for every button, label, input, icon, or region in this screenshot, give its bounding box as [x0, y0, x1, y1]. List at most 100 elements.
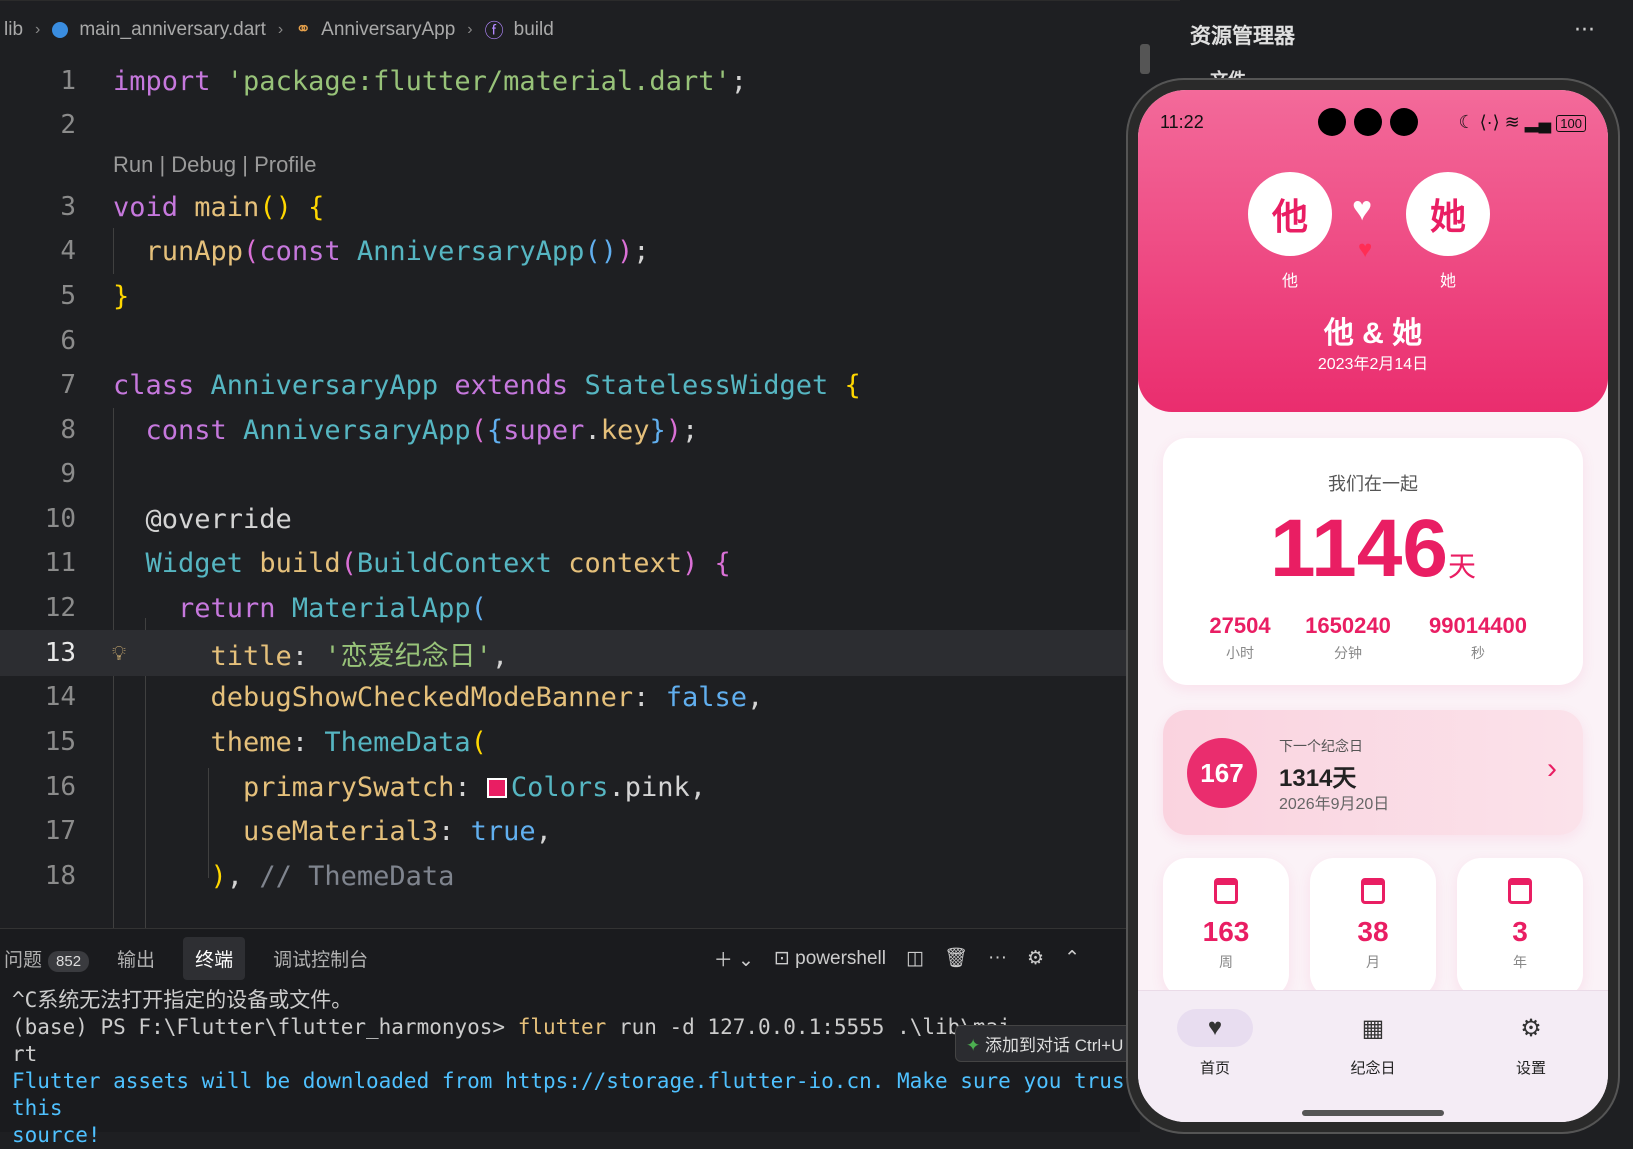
hero-header: 11:22 ☾ ⟨·⟩ ≋ ▂▄ 100 他 他 ♥ ♥ 她 她 他 & 她 2…: [1138, 90, 1608, 412]
code-token: .pink,: [608, 771, 706, 803]
nav-home[interactable]: ♥ 首页: [1170, 1009, 1260, 1078]
code-token: (: [470, 414, 487, 446]
code-token: ): [616, 235, 634, 267]
more-icon[interactable]: ···: [988, 947, 1007, 969]
code-line-9[interactable]: 9: [0, 451, 1140, 497]
code-token: :: [633, 681, 666, 713]
gear-icon: ⚙: [1520, 1014, 1542, 1042]
code-token: runApp: [113, 235, 244, 267]
battery-icon: 100: [1556, 115, 1586, 132]
together-card: 我们在一起 1146天 27504 小时 1650240 分钟 99014400 秒: [1163, 438, 1583, 685]
avatar-he[interactable]: 他: [1248, 172, 1332, 256]
problems-count-badge: 852: [48, 950, 90, 972]
code-token: context: [568, 547, 682, 579]
stat-months-card: 38 月: [1310, 858, 1436, 998]
code-token: @override: [113, 503, 292, 535]
more-icon[interactable]: ···: [1574, 18, 1595, 43]
stat-minutes: 1650240 分钟: [1305, 613, 1391, 661]
add-to-chat-chip[interactable]: ✦ 添加到对话 Ctrl+U: [955, 1025, 1135, 1062]
code-line-15[interactable]: 15 theme: ThemeData(: [0, 719, 1140, 765]
terminal-line: source!: [12, 1123, 101, 1147]
chevron-up-icon[interactable]: ⌃: [1064, 947, 1080, 970]
avatar-she-label: 她: [1439, 273, 1456, 290]
code-token: class: [113, 369, 211, 401]
calendar-icon: ▦: [1361, 1014, 1385, 1042]
code-token: {: [844, 369, 861, 401]
code-token: {: [486, 414, 504, 446]
code-line-4[interactable]: 4 runApp(const AnniversaryApp());: [0, 228, 1140, 274]
code-token: ): [665, 414, 683, 446]
chevron-right-icon[interactable]: ›: [1547, 752, 1557, 786]
code-line-1[interactable]: 1 import 'package:flutter/material.dart';: [0, 58, 1140, 104]
home-indicator[interactable]: [1302, 1110, 1444, 1116]
code-token: const: [259, 235, 357, 267]
codelens-run-debug-profile[interactable]: Run | Debug | Profile: [113, 152, 316, 178]
stat-years-card: 3年: [1457, 858, 1583, 998]
tab-debug-console[interactable]: 调试控制台: [273, 945, 368, 972]
code-token: ThemeData: [324, 726, 471, 758]
terminal-output[interactable]: ^C系统无法打开指定的设备或文件。 (base) PS F:\Flutter\f…: [0, 987, 1140, 1149]
editor-scrollbar[interactable]: [1140, 44, 1150, 74]
code-token: MaterialApp: [291, 592, 471, 624]
code-token: (: [340, 547, 357, 579]
code-line-6[interactable]: 6: [0, 318, 1140, 364]
tab-problems[interactable]: 问题 852: [4, 945, 90, 972]
code-token: ;: [633, 235, 650, 267]
code-line-3[interactable]: 3 void main() {: [0, 184, 1140, 230]
add-terminal-icon[interactable]: ＋ ⌄: [714, 945, 754, 972]
code-token: ,: [226, 860, 260, 892]
terminal-shell-selector[interactable]: ⊡ powershell: [774, 947, 886, 970]
tab-output[interactable]: 输出: [117, 945, 155, 972]
breadcrumb-class[interactable]: AnniversaryApp: [321, 19, 455, 41]
code-line-13-current[interactable]: 13 💡︎ title: '恋爱纪念日',: [0, 630, 1140, 676]
code-line-7[interactable]: 7 class AnniversaryApp extends StatelessW…: [0, 362, 1140, 408]
code-token: Widget: [113, 547, 260, 579]
code-token: ;: [682, 414, 699, 446]
code-token: key: [600, 414, 650, 446]
code-token: useMaterial3: [113, 815, 439, 847]
heart-emoji-icon: ♥: [1358, 236, 1373, 263]
color-swatch-icon: [486, 778, 507, 798]
code-line-16[interactable]: 16 primarySwatch: Colors.pink,: [0, 764, 1140, 810]
code-token: AnniversaryApp: [243, 414, 471, 446]
terminal-line: Flutter assets will be downloaded from h…: [12, 1069, 1138, 1120]
code-line-10[interactable]: 10 @override: [0, 496, 1140, 542]
code-line-18[interactable]: 18 ), // ThemeData: [0, 853, 1140, 899]
code-line-17[interactable]: 17 useMaterial3: true,: [0, 808, 1140, 854]
split-terminal-icon[interactable]: ◫: [906, 947, 924, 970]
breadcrumb-lib[interactable]: lib: [4, 19, 23, 41]
code-token: false: [665, 681, 747, 713]
code-token: void: [113, 191, 195, 223]
couple-title: 他 & 她: [1323, 317, 1423, 350]
breadcrumb-method[interactable]: build: [514, 19, 554, 41]
nav-anniversaries[interactable]: ▦ 纪念日: [1328, 1009, 1418, 1078]
code-token: (: [470, 592, 487, 624]
stat-weeks-card: 163 周: [1163, 858, 1289, 998]
trash-icon[interactable]: 🗑︎: [944, 946, 968, 970]
next-anniversary-card[interactable]: 167 下一个纪念日 1314天 2026年9月20日 ›: [1163, 710, 1583, 835]
code-token: 'package:flutter/material.dart': [226, 65, 731, 97]
anniversary-date: 2023年2月14日: [1317, 356, 1429, 373]
code-line-5[interactable]: 5}: [0, 273, 1140, 319]
code-token: theme: [113, 726, 292, 758]
next-label: 下一个纪念日: [1279, 738, 1363, 754]
status-time: 11:22: [1160, 112, 1204, 132]
breadcrumb-file[interactable]: main_anniversary.dart: [79, 19, 266, 41]
code-line-12[interactable]: 12 return MaterialApp(: [0, 585, 1140, 631]
code-line-11[interactable]: 11 Widget build(BuildContext context) {: [0, 540, 1140, 586]
tab-terminal[interactable]: 终端: [183, 936, 246, 980]
nav-settings[interactable]: ⚙ 设置: [1486, 1009, 1576, 1078]
code-editor[interactable]: 1 import 'package:flutter/material.dart';…: [0, 58, 1140, 928]
phone-screen: 11:22 ☾ ⟨·⟩ ≋ ▂▄ 100 他 他 ♥ ♥ 她 她 他 & 她 2…: [1138, 90, 1608, 1122]
code-line-14[interactable]: 14 debugShowCheckedModeBanner: false,: [0, 674, 1140, 720]
avatar-he-label: 他: [1281, 273, 1298, 290]
settings-sliders-icon[interactable]: ⚙︎: [1027, 947, 1044, 970]
code-token: :: [291, 640, 325, 672]
code-line-8[interactable]: 8 const AnniversaryApp({super.key});: [0, 407, 1140, 453]
avatar-she[interactable]: 她: [1406, 172, 1490, 256]
code-token: ;: [730, 65, 747, 97]
explorer-title: 资源管理器: [1190, 25, 1295, 48]
code-line-2[interactable]: 2: [0, 102, 1140, 148]
chevron-right-icon: ›: [277, 20, 284, 38]
heart-icon: ♥: [1352, 190, 1373, 228]
